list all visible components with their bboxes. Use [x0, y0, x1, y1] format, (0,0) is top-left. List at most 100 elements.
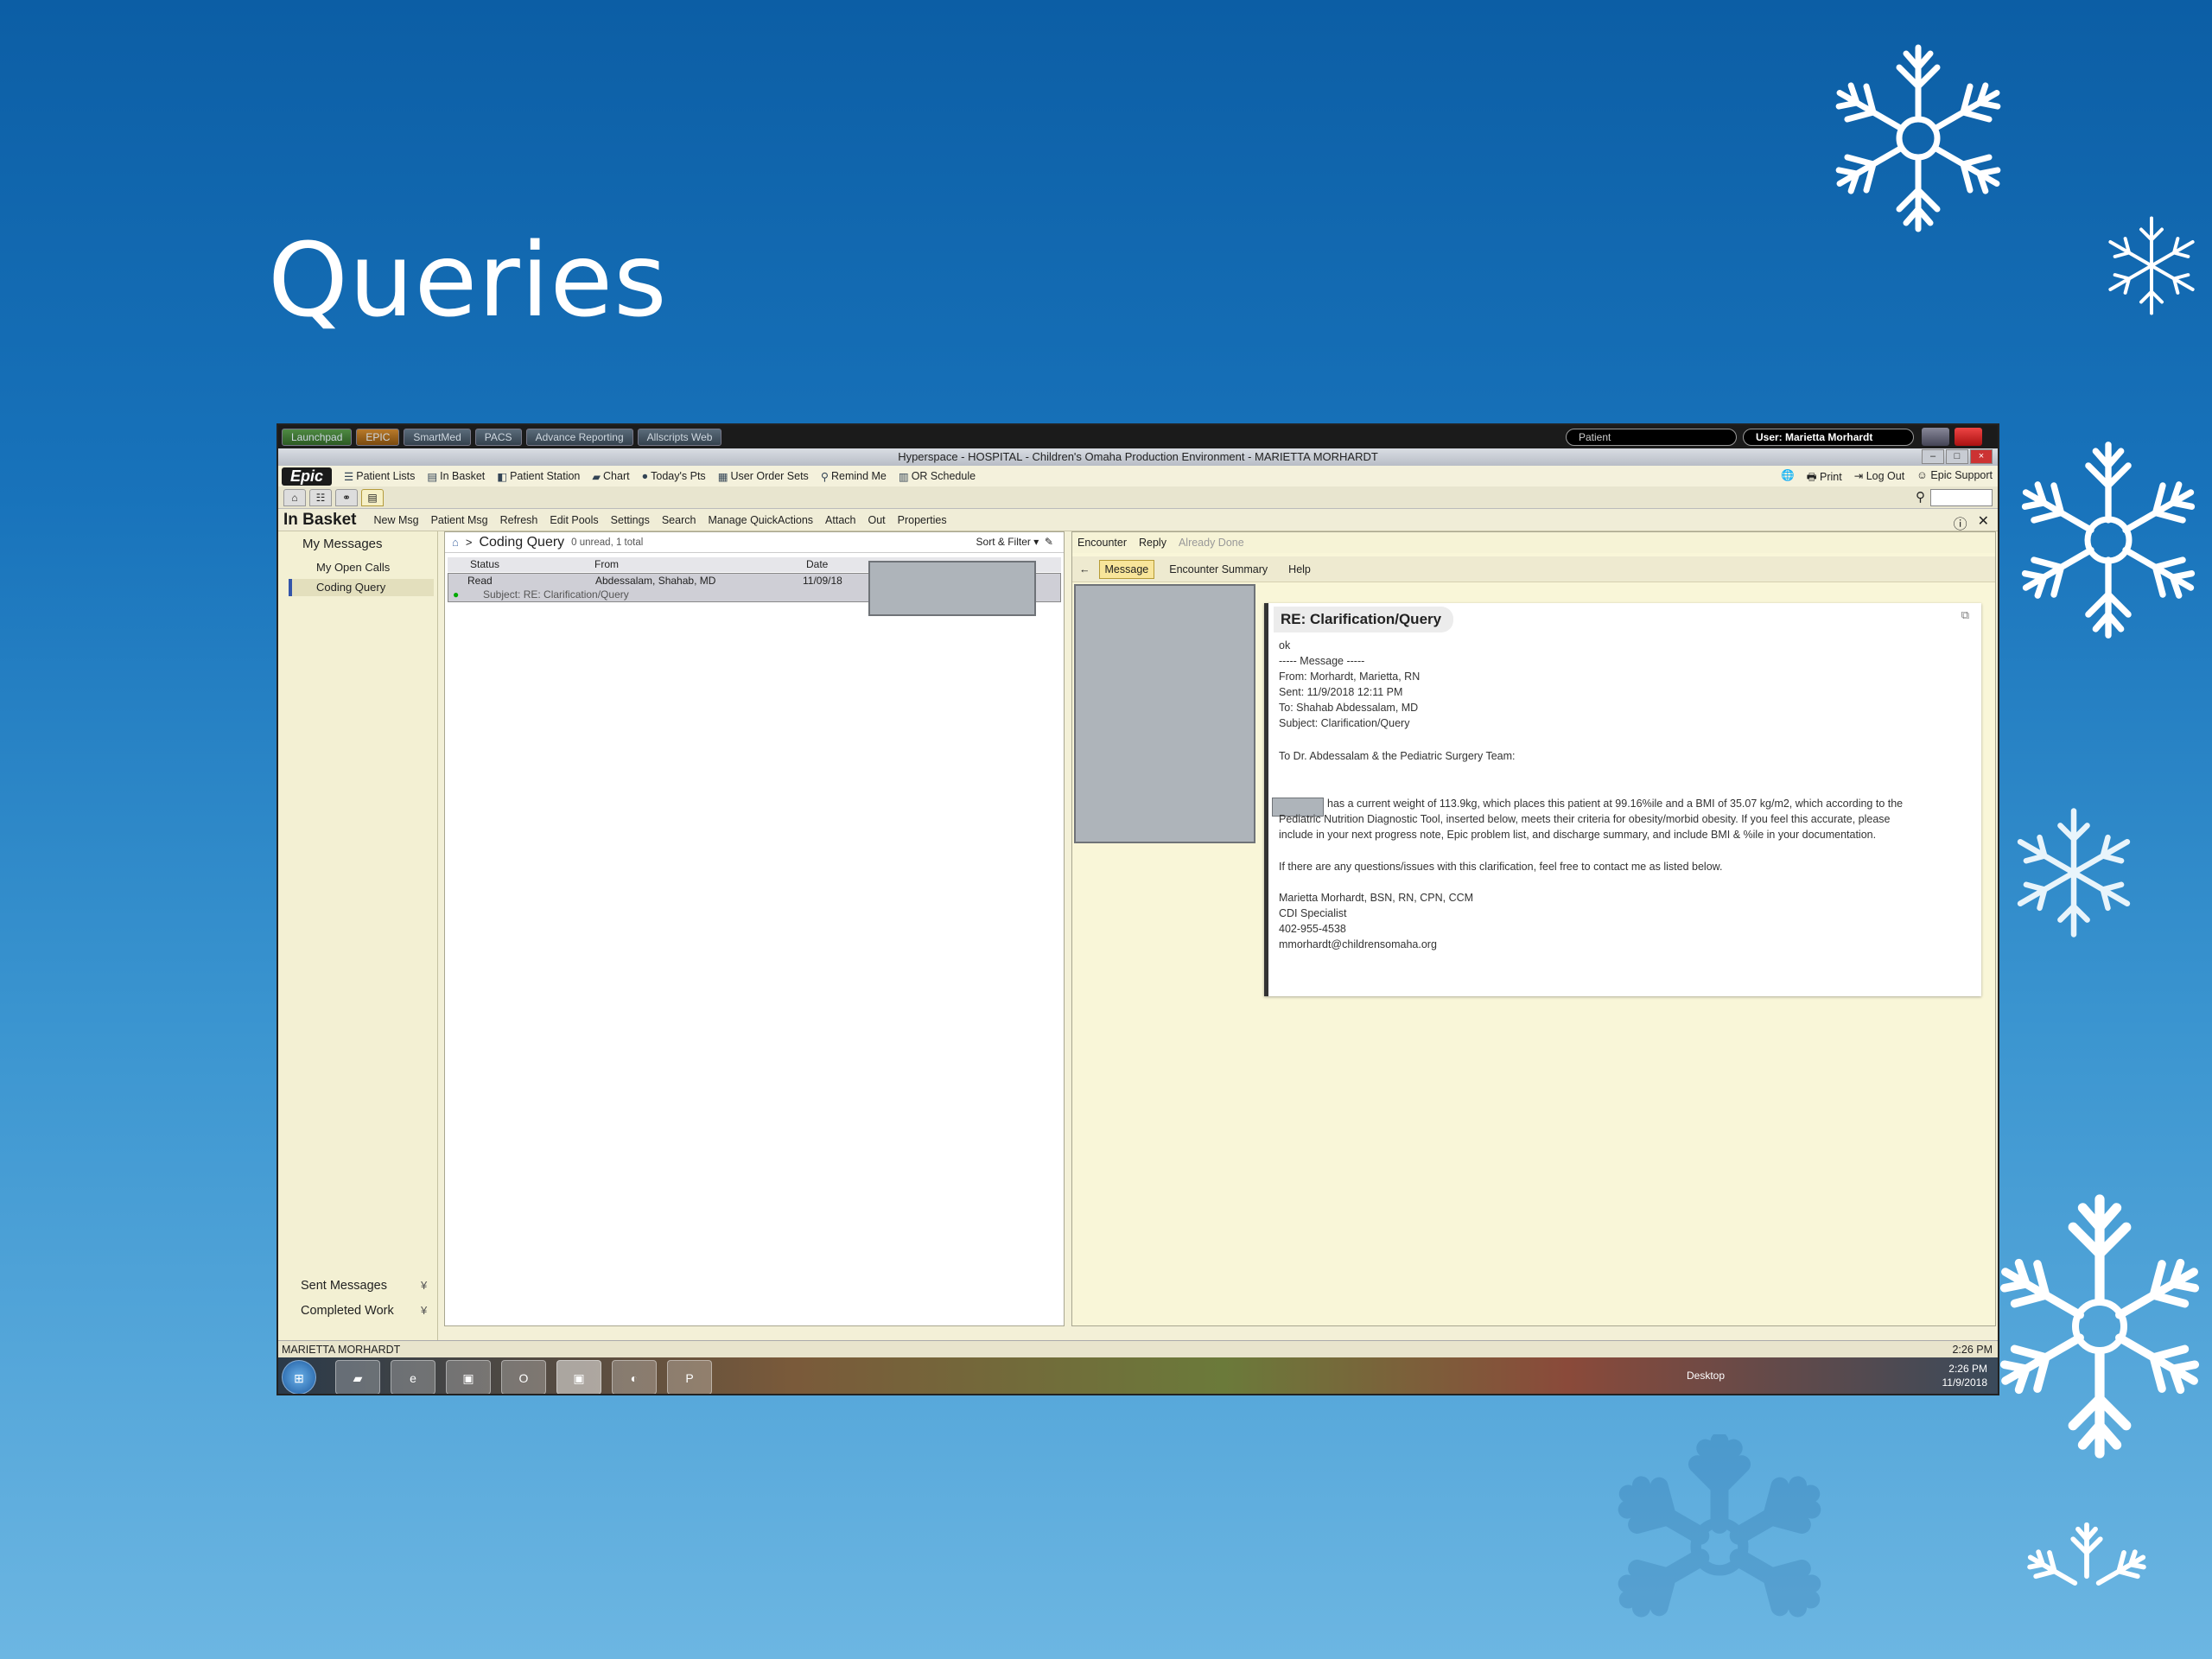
attach-button[interactable]: Attach [825, 514, 855, 526]
redaction-box [1074, 584, 1255, 843]
message-line: ----- Message ----- [1279, 655, 1365, 667]
tab-help[interactable]: Help [1282, 560, 1317, 579]
close-button[interactable]: × [1970, 449, 1993, 464]
reply-button[interactable]: Reply [1139, 537, 1166, 549]
toolbar-todays-pts[interactable]: ● Today's Pts [642, 470, 706, 482]
patient-msg-button[interactable]: Patient Msg [431, 514, 488, 526]
maximize-button[interactable]: □ [1946, 449, 1968, 464]
out-button[interactable]: Out [868, 514, 885, 526]
message-line: include in your next progress note, Epic… [1279, 829, 1877, 841]
globe-icon[interactable]: 🌐 [1781, 469, 1795, 487]
snowflake-icon [2005, 436, 2212, 644]
folder-my-open-calls[interactable]: My Open Calls [289, 559, 434, 576]
manage-quickactions-button[interactable]: Manage QuickActions [708, 514, 813, 526]
popout-icon[interactable]: ⧉ [1961, 608, 1969, 622]
tab-message[interactable]: Message [1098, 559, 1155, 579]
col-date[interactable]: Date [806, 558, 828, 570]
inbasket-tab[interactable]: ▤ [361, 489, 384, 506]
toolbar-or-schedule[interactable]: ▥ OR Schedule [899, 470, 976, 483]
window-controls: – □ × [1922, 449, 1993, 464]
message-list-header: ⌂ > Coding Query 0 unread, 1 total Sort … [445, 532, 1064, 553]
encounter-button[interactable]: Encounter [1077, 537, 1127, 549]
toolbar-patient-station[interactable]: ◧ Patient Station [497, 470, 580, 483]
list-icon: ☰ [344, 470, 354, 483]
network-app-icon[interactable]: ◐ [612, 1360, 657, 1394]
home-tab[interactable]: ⌂ [283, 489, 306, 506]
reader-toolbar: Encounter Reply Already Done [1072, 532, 1995, 553]
search-input[interactable] [1930, 489, 1993, 506]
citrix-tab-reporting[interactable]: Advance Reporting [525, 428, 633, 446]
folder-coding-query[interactable]: Coding Query [289, 579, 434, 596]
new-msg-button[interactable]: New Msg [373, 514, 418, 526]
toolbar-user-order-sets[interactable]: ▦ User Order Sets [718, 470, 809, 483]
sort-filter-button[interactable]: Sort & Filter ▾ ✎ [976, 536, 1053, 548]
tab-encounter-summary[interactable]: Encounter Summary [1163, 560, 1274, 579]
toolbar-right: 🌐 🖶 Print ⇥ Log Out ☺ Epic Support [1781, 469, 1993, 487]
user-field[interactable]: User: Marietta Morhardt [1743, 429, 1914, 446]
search-icon[interactable]: ⚲ [1916, 489, 1925, 505]
inbasket-title: In Basket [283, 510, 357, 529]
toolbar-chart[interactable]: ▰ Chart [592, 470, 629, 483]
citrix-tab-pacs[interactable]: PACS [474, 428, 522, 446]
message-line: If there are any questions/issues with t… [1279, 861, 1723, 873]
edit-pools-button[interactable]: Edit Pools [550, 514, 598, 526]
close-icon[interactable]: ✕ [1978, 512, 1989, 533]
windows-taskbar: ⊞ ▰ e ▣ O ▣ ◐ P Desktop 2:26 PM 11/9/201… [278, 1357, 1998, 1394]
citrix-tab-launchpad[interactable]: Launchpad [282, 428, 353, 446]
col-status[interactable]: Status [470, 558, 499, 570]
chevron-down-icon[interactable]: ¥ [421, 1279, 427, 1292]
link-tab[interactable]: ⚭ [335, 489, 358, 506]
outlook-icon[interactable]: O [501, 1360, 546, 1394]
message-line: has a current weight of 113.9kg, which p… [1327, 798, 1904, 810]
refresh-button[interactable]: Refresh [500, 514, 538, 526]
sent-messages-folder[interactable]: Sent Messages [301, 1279, 387, 1293]
epic-active-icon[interactable]: ▣ [556, 1360, 601, 1394]
toolbar-remind-me[interactable]: ⚲ Remind Me [821, 470, 887, 483]
snowflake-icon [1555, 1434, 1884, 1659]
current-folder: Coding Query [479, 534, 565, 550]
snowflake-icon [1815, 44, 2022, 238]
epic-screenshot: Launchpad EPIC SmartMed PACS Advance Rep… [276, 423, 1999, 1395]
snowflake-icon [1961, 1521, 2212, 1659]
already-done-button[interactable]: Already Done [1179, 537, 1244, 549]
col-from[interactable]: From [594, 558, 619, 570]
help-icon[interactable]: ⓘ [1954, 512, 1967, 533]
print-button[interactable]: 🖶 Print [1807, 469, 1842, 487]
epic-support-button[interactable]: ☺ Epic Support [1916, 469, 1993, 487]
explorer-icon[interactable]: ▰ [335, 1360, 380, 1394]
citrix-tab-smartmed[interactable]: SmartMed [404, 428, 471, 446]
start-button[interactable]: ⊞ [282, 1360, 316, 1394]
citrix-tab-web[interactable]: Allscripts Web [637, 428, 722, 446]
logout-button[interactable]: ⇥ Log Out [1854, 469, 1904, 487]
settings-button[interactable]: Settings [611, 514, 650, 526]
system-tray-clock[interactable]: 2:26 PM 11/9/2018 [1942, 1362, 1988, 1389]
completed-work-folder[interactable]: Completed Work [301, 1304, 394, 1318]
toolbar-in-basket[interactable]: ▤ In Basket [427, 470, 485, 483]
power-button[interactable] [1955, 428, 1982, 446]
citrix-tab-epic[interactable]: EPIC [356, 428, 400, 446]
lock-button[interactable] [1922, 428, 1949, 446]
folder-icon: ▰ [592, 470, 601, 483]
list-tab[interactable]: ☷ [309, 489, 332, 506]
powerpoint-icon[interactable]: P [667, 1360, 712, 1394]
back-arrow-icon[interactable]: ← [1079, 563, 1090, 575]
row-from: Abdessalam, Shahab, MD [595, 575, 716, 587]
epic-logo[interactable]: Epic [282, 467, 333, 486]
desktop-label[interactable]: Desktop [1687, 1370, 1725, 1382]
patient-field[interactable]: Patient [1566, 429, 1737, 446]
row-status: Read [467, 575, 493, 587]
properties-button[interactable]: Properties [898, 514, 947, 526]
epic-app-icon[interactable]: ▣ [446, 1360, 491, 1394]
reader-tabs: ← Message Encounter Summary Help [1072, 556, 1995, 582]
search-button[interactable]: Search [662, 514, 696, 526]
chevron-down-icon[interactable]: ¥ [421, 1304, 427, 1317]
minimize-button[interactable]: – [1922, 449, 1944, 464]
breadcrumb-separator: > [465, 536, 473, 549]
ie-icon[interactable]: e [391, 1360, 435, 1394]
snowflake-icon [2103, 216, 2200, 315]
row-date: 11/09/18 [803, 575, 842, 587]
toolbar-patient-lists[interactable]: ☰ Patient Lists [344, 470, 415, 483]
home-icon[interactable]: ⌂ [452, 536, 459, 549]
message-line: mmorhardt@childrensomaha.org [1279, 938, 1437, 950]
my-messages-header[interactable]: My Messages [302, 537, 383, 551]
